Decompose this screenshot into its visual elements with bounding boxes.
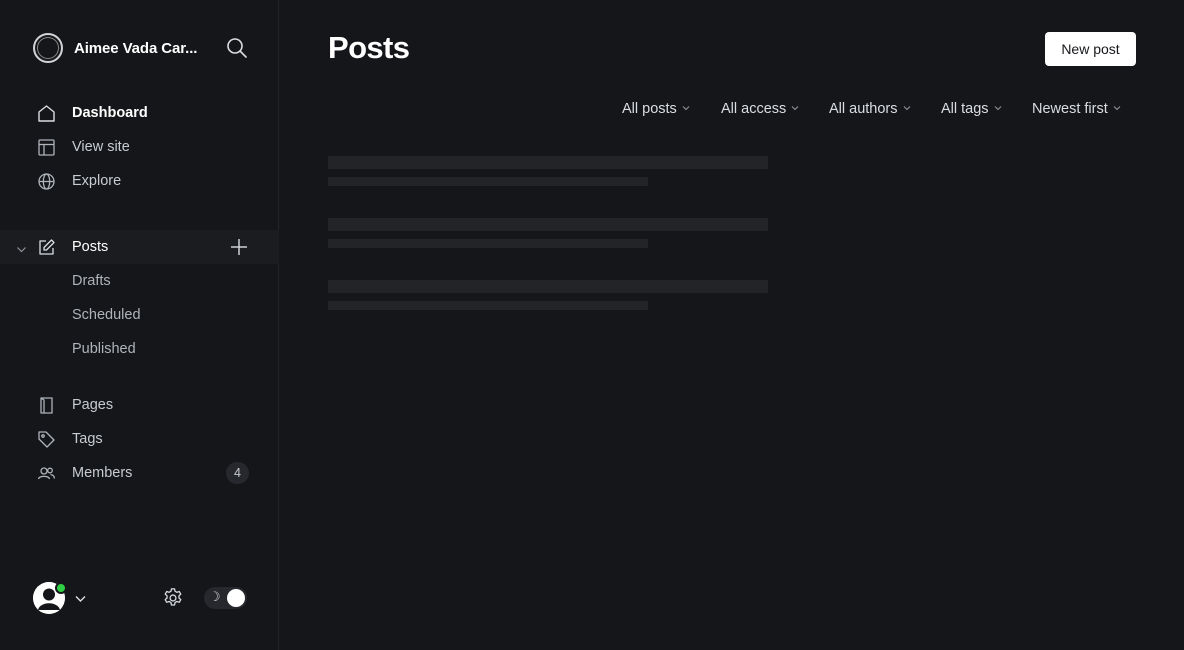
sidebar-item-label: Drafts <box>72 273 111 289</box>
page-icon <box>37 396 56 415</box>
skeleton-title <box>328 280 768 293</box>
site-logo <box>33 33 63 63</box>
search-icon[interactable] <box>226 37 248 59</box>
filter-bar: All posts All access All authors All tag… <box>280 101 1136 121</box>
tag-icon <box>37 430 56 449</box>
chevron-down-icon <box>994 106 1001 111</box>
sidebar-item-dashboard[interactable]: Dashboard <box>0 96 279 130</box>
chevron-down-icon[interactable] <box>74 592 87 605</box>
layout-icon <box>37 138 56 157</box>
site-name: Aimee Vada Car... <box>74 39 198 57</box>
sidebar-item-posts[interactable]: Posts <box>0 230 279 264</box>
members-count-badge: 4 <box>226 462 249 484</box>
sidebar-item-label: Dashboard <box>72 105 148 121</box>
filter-label: All tags <box>941 101 989 117</box>
filter-label: All access <box>721 101 787 117</box>
main-content: Posts New post All posts All access All … <box>280 0 1184 650</box>
sidebar-item-published[interactable]: Published <box>0 332 279 366</box>
chevron-down-icon <box>903 106 910 111</box>
members-icon <box>37 464 56 483</box>
chevron-down-icon <box>791 106 799 111</box>
sidebar-item-tags[interactable]: Tags <box>0 422 279 456</box>
chevron-down-icon[interactable] <box>16 242 27 253</box>
sidebar-item-label: Members <box>72 465 133 481</box>
online-status-dot <box>55 582 67 594</box>
sidebar-item-scheduled[interactable]: Scheduled <box>0 298 279 332</box>
filter-tags[interactable]: All tags <box>941 101 1002 117</box>
sidebar: Aimee Vada Car... Dashboard View site Ex… <box>0 0 279 650</box>
sidebar-footer: ☽ <box>0 578 279 618</box>
skeleton-title <box>328 156 768 169</box>
plus-icon[interactable] <box>229 237 249 257</box>
chevron-down-icon <box>1113 106 1121 111</box>
skeleton-title <box>328 218 768 231</box>
filter-type[interactable]: All posts <box>622 101 690 117</box>
sidebar-item-label: Tags <box>72 431 103 447</box>
edit-icon <box>37 238 56 257</box>
sidebar-item-drafts[interactable]: Drafts <box>0 264 279 298</box>
theme-toggle[interactable]: ☽ <box>204 587 247 609</box>
moon-icon: ☽ <box>209 590 221 605</box>
sidebar-item-label: Posts <box>72 239 109 255</box>
sidebar-item-explore[interactable]: Explore <box>0 164 279 198</box>
sidebar-item-label: Scheduled <box>72 307 141 323</box>
globe-icon <box>37 172 56 191</box>
toggle-knob <box>227 589 245 607</box>
filter-label: All authors <box>829 101 898 117</box>
filter-sort[interactable]: Newest first <box>1032 101 1121 117</box>
new-post-button[interactable]: New post <box>1045 32 1136 66</box>
skeleton-meta <box>328 177 648 186</box>
sidebar-item-members[interactable]: Members 4 <box>0 456 279 490</box>
skeleton-meta <box>328 301 648 310</box>
page-title: Posts <box>328 30 410 65</box>
sidebar-item-label: Published <box>72 341 136 357</box>
sidebar-item-pages[interactable]: Pages <box>0 388 279 422</box>
chevron-down-icon <box>682 106 690 111</box>
home-icon <box>37 104 56 123</box>
site-brand[interactable]: Aimee Vada Car... <box>33 33 206 63</box>
sidebar-item-label: Pages <box>72 397 114 413</box>
filter-access[interactable]: All access <box>721 101 799 117</box>
sidebar-item-view-site[interactable]: View site <box>0 130 279 164</box>
sidebar-item-label: Explore <box>72 173 122 189</box>
skeleton-meta <box>328 239 648 248</box>
filter-label: All posts <box>622 101 677 117</box>
filter-authors[interactable]: All authors <box>829 101 911 117</box>
gear-icon[interactable] <box>162 587 184 609</box>
sidebar-item-label: View site <box>72 139 130 155</box>
filter-label: Newest first <box>1032 101 1108 117</box>
